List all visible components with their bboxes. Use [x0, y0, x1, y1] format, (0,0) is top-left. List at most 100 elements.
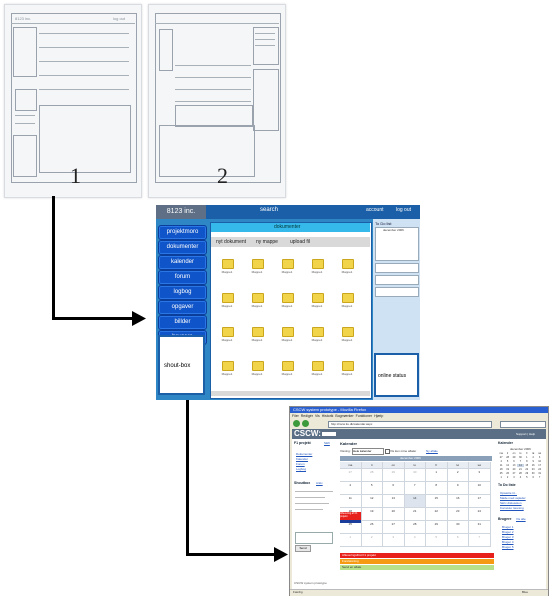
calendar-day-cell[interactable]: 12: [361, 495, 383, 508]
calendar-day-cell[interactable]: 4: [404, 534, 426, 547]
folder-icon[interactable]: [222, 361, 234, 371]
sidebar-link-forum[interactable]: Forum: [296, 462, 305, 466]
calendar-day-cell[interactable]: 11: [340, 495, 362, 508]
wf-nav-logbog[interactable]: logbog: [158, 285, 207, 300]
menu-item[interactable]: Funktioner: [356, 414, 373, 418]
calendar-day-cell[interactable]: 5: [361, 482, 383, 495]
wf-nav-kalender[interactable]: kalender: [158, 255, 207, 270]
sidebar-link-logbog[interactable]: Logbog: [296, 467, 306, 471]
folder-icon[interactable]: [252, 259, 264, 269]
folder-icon[interactable]: [342, 259, 354, 269]
wf-new-document-button[interactable]: nyt dokument: [216, 239, 246, 245]
calendar-day-cell[interactable]: 24: [469, 508, 491, 521]
calendar-day-cell[interactable]: 5: [426, 534, 448, 547]
forward-button-icon[interactable]: [302, 420, 309, 427]
wf-nav-forum[interactable]: forum: [158, 270, 207, 285]
event-bar-send[interactable]: Send en aftale: [340, 565, 494, 570]
wf-nav-projektmoro[interactable]: projektmoro: [158, 225, 207, 240]
calendar-day-cell[interactable]: 31: [469, 521, 491, 534]
back-button-icon[interactable]: [293, 420, 300, 427]
sidebar-link-dokumenter[interactable]: Dokumenter: [296, 452, 312, 456]
calendar-day-cell[interactable]: 26: [361, 521, 383, 534]
user-item[interactable]: Bruger 5: [502, 545, 514, 549]
wf-todo-item[interactable]: [375, 275, 419, 285]
calendar-day-cell[interactable]: 3: [383, 534, 405, 547]
folder-icon[interactable]: [312, 327, 324, 337]
todo-item[interactable]: Skriv diskussion: [500, 501, 522, 505]
folder-icon[interactable]: [282, 293, 294, 303]
folder-icon[interactable]: [222, 327, 234, 337]
wf-search-link[interactable]: search: [260, 207, 278, 213]
sidebar-link-kalender[interactable]: Kalender: [296, 457, 308, 461]
calendar-day-cell[interactable]: 15: [426, 495, 448, 508]
calendar-day-cell[interactable]: 3: [469, 469, 491, 482]
calendar-day-cell[interactable]: 16: [447, 495, 469, 508]
view-select[interactable]: Hele kalender: [352, 448, 384, 455]
calendar-day-cell[interactable]: 6: [383, 482, 405, 495]
wf-account-link[interactable]: account: [366, 207, 384, 213]
user-item[interactable]: Bruger 1: [502, 525, 514, 529]
calendar-day-cell[interactable]: 29: [426, 521, 448, 534]
wf-todo-item[interactable]: [375, 263, 419, 273]
wf-upload-button[interactable]: upload fil: [290, 239, 310, 245]
calendar-day-cell[interactable]: 21: [404, 508, 426, 521]
shoutbox-send-button[interactable]: Send: [295, 545, 311, 552]
address-bar[interactable]: http://cscw.itu.dk/calendar.aspx: [328, 421, 492, 428]
todo-item[interactable]: Korrektur læsning: [500, 506, 524, 510]
todo-item[interactable]: Møde med vejleder: [500, 496, 526, 500]
folder-icon[interactable]: [252, 293, 264, 303]
event-bar-lecture[interactable]: Forelæsning: [340, 559, 494, 564]
browser-search-box[interactable]: [500, 421, 546, 428]
calendar-day-cell[interactable]: 23: [447, 508, 469, 521]
calendar-day-cell[interactable]: 4: [340, 482, 362, 495]
menu-item[interactable]: Filer: [292, 414, 299, 418]
wf-new-folder-button[interactable]: ny mappe: [256, 239, 278, 245]
calendar-day-cell[interactable]: 30: [447, 521, 469, 534]
folder-icon[interactable]: [312, 361, 324, 371]
calendar-event-cell[interactable]: Aflevering af F1 projekt: [340, 512, 361, 520]
calendar-day-cell[interactable]: 6: [447, 534, 469, 547]
todo-item[interactable]: Opsætte til...: [500, 491, 517, 495]
folder-icon[interactable]: [252, 327, 264, 337]
menu-item[interactable]: Hjælp: [374, 414, 383, 418]
calendar-day-cell[interactable]: 10: [469, 482, 491, 495]
mini-day[interactable]: 31: [536, 472, 542, 475]
calendar-day-cell[interactable]: 14: [404, 495, 426, 508]
calendar-day-cell[interactable]: 29: [383, 469, 405, 482]
wf-nav-billder[interactable]: billder: [158, 315, 207, 330]
project-switch-link[interactable]: Skift: [324, 441, 330, 445]
wf-todo-item[interactable]: [375, 287, 419, 297]
user-item[interactable]: Bruger 2: [502, 530, 514, 534]
wf-logout-link[interactable]: log out: [396, 207, 411, 213]
calendar-day-cell[interactable]: 25: [340, 521, 362, 534]
calendar-day-cell[interactable]: 17: [469, 495, 491, 508]
calendar-day-cell[interactable]: 9: [447, 482, 469, 495]
folder-icon[interactable]: [312, 259, 324, 269]
mini-day[interactable]: 7: [536, 476, 542, 479]
new-appointment-link[interactable]: Ny aftale: [426, 449, 438, 453]
calendar-day-cell[interactable]: 28: [361, 469, 383, 482]
calendar-day-cell[interactable]: 1: [340, 534, 362, 547]
folder-icon[interactable]: [252, 361, 264, 371]
folder-icon[interactable]: [312, 293, 324, 303]
user-item[interactable]: Bruger 3: [502, 535, 514, 539]
calendar-day-cell[interactable]: 28: [404, 521, 426, 534]
calendar-day-cell[interactable]: 13: [383, 495, 405, 508]
shoutbox-input[interactable]: [295, 532, 333, 544]
calendar-day-cell[interactable]: 1: [426, 469, 448, 482]
calendar-day-cell[interactable]: 2: [361, 534, 383, 547]
calendar-day-cell[interactable]: 8: [426, 482, 448, 495]
calendar-day-cell[interactable]: 2: [447, 469, 469, 482]
menu-item[interactable]: Redigér: [301, 414, 313, 418]
header-search-input[interactable]: [322, 432, 336, 436]
mini-day[interactable]: 17: [536, 464, 542, 467]
menu-item[interactable]: Vis: [315, 414, 320, 418]
wf-nav-opgaver[interactable]: opgaver: [158, 300, 207, 315]
user-item[interactable]: Bruger 4: [502, 540, 514, 544]
menu-item[interactable]: Bogmærker: [335, 414, 353, 418]
calendar-day-cell[interactable]: 22: [426, 508, 448, 521]
folder-icon[interactable]: [342, 361, 354, 371]
folder-icon[interactable]: [282, 259, 294, 269]
wf-nav-dokumenter[interactable]: dokumenter: [158, 240, 207, 255]
folder-icon[interactable]: [282, 361, 294, 371]
